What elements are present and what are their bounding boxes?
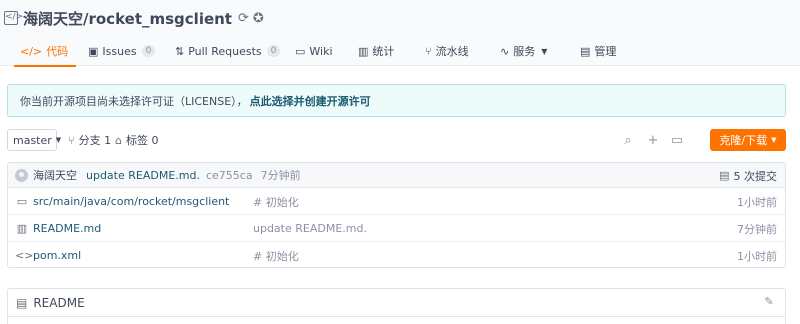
tab-label: Wiki	[309, 44, 333, 58]
readme-icon: ▤	[16, 295, 28, 310]
badge-icon[interactable]: ✪	[253, 11, 264, 26]
folder-icon: ▭	[16, 195, 28, 208]
issues-icon: ▣	[88, 44, 99, 58]
repo-toolbar: master ▼ ⑂ 分支 1 ⌂ 标签 0 ⌕ + ▭ 克隆/下载 ▼	[7, 129, 786, 151]
file-commit-message[interactable]: # 初始化	[253, 242, 299, 267]
commit-message[interactable]: update README.md.	[86, 169, 200, 182]
list-item[interactable]: <> pom.xml # 初始化 1小时前	[8, 242, 785, 267]
repo-tabs: </> 代码 ▣ Issues 0 ⇅ Pull Requests 0 ▭ Wi…	[0, 36, 800, 67]
repo-header: </> 海阔天空/rocket_msgclient ⟳ ✪ </> 代码 ▣ I…	[0, 0, 800, 67]
latest-commit-row: 海阔天空 update README.md. ce755ca 7分钟前 ▤ 5 …	[8, 163, 785, 188]
commit-author[interactable]: 海阔天空	[33, 167, 77, 183]
tab-issues[interactable]: ▣ Issues 0	[88, 36, 156, 66]
monitor-icon[interactable]: ▭	[669, 129, 685, 151]
tab-stats[interactable]: ▥ 统计	[358, 36, 394, 66]
edit-icon[interactable]: ✎	[763, 296, 775, 308]
file-name[interactable]: ▥ README.md	[15, 215, 101, 242]
search-icon[interactable]: ⌕	[620, 129, 636, 151]
readme-header: ▤ README	[8, 289, 785, 317]
list-item[interactable]: ▥ README.md update README.md. 7分钟前	[8, 215, 785, 242]
file-time: 7分钟前	[737, 222, 777, 236]
tab-manage[interactable]: ▤ 管理	[580, 36, 616, 66]
avatar[interactable]	[15, 168, 28, 182]
wiki-icon: ▭	[295, 44, 306, 58]
service-icon: ∿	[500, 44, 510, 58]
issues-count-badge: 0	[141, 45, 156, 57]
readme-title: README	[33, 295, 85, 310]
file-name[interactable]: <> pom.xml	[15, 242, 82, 267]
tab-pull-requests[interactable]: ⇅ Pull Requests 0	[175, 36, 281, 66]
chevron-down-icon: ▼	[55, 136, 62, 144]
clone-download-button[interactable]: 克隆/下载 ▼	[710, 129, 786, 151]
repo-title[interactable]: 海阔天空/rocket_msgclient	[23, 8, 232, 29]
repo-icon: </>	[4, 11, 23, 25]
file-time: 1小时前	[737, 249, 777, 263]
branch-name: master	[13, 133, 52, 147]
tab-label: 流水线	[435, 45, 469, 58]
sync-icon[interactable]: ⟳	[238, 11, 249, 26]
tab-label: 代码	[46, 45, 69, 58]
list-item[interactable]: ▭ src/main/java/com/rocket/msgclient # 初…	[8, 188, 785, 215]
tab-label: 管理	[594, 45, 617, 58]
code-file-icon: <>	[15, 249, 34, 262]
file-commit-message[interactable]: update README.md.	[253, 215, 367, 242]
file-list: 海阔天空 update README.md. ce755ca 7分钟前 ▤ 5 …	[7, 162, 786, 268]
commit-count-label: 5 次提交	[733, 169, 778, 183]
file-name-label: README.md	[33, 222, 102, 235]
tab-code[interactable]: </> 代码	[13, 36, 77, 67]
tab-label: 服务	[513, 45, 536, 58]
pipeline-icon: ⑂	[425, 44, 432, 58]
pull-requests-count-badge: 0	[266, 45, 281, 57]
commit-count-link[interactable]: ▤ 5 次提交	[719, 163, 777, 188]
license-notice-text: 你当前开源项目尚未选择许可证（LICENSE），	[20, 94, 248, 108]
tab-label: Issues	[102, 44, 137, 58]
repo-title-row: </> 海阔天空/rocket_msgclient ⟳ ✪	[4, 8, 264, 28]
pull-request-icon: ⇅	[175, 44, 185, 58]
stats-icon: ▥	[358, 44, 369, 58]
tab-wiki[interactable]: ▭ Wiki	[295, 36, 333, 66]
create-license-link[interactable]: 点此选择并创建开源许可	[250, 93, 371, 109]
license-notice: 你当前开源项目尚未选择许可证（LICENSE）， 点此选择并创建开源许可	[7, 84, 786, 117]
chevron-down-icon: ▼	[541, 46, 548, 56]
clone-label: 克隆/下载	[719, 134, 768, 147]
commit-sha[interactable]: ce755ca	[206, 169, 253, 182]
tags-link[interactable]: ⌂ 标签 0	[115, 129, 158, 151]
branch-icon: ⑂	[68, 133, 75, 147]
tags-label: 标签 0	[125, 134, 159, 147]
file-name-label: pom.xml	[33, 249, 82, 262]
tag-icon: ⌂	[115, 133, 122, 147]
file-name[interactable]: ▭ src/main/java/com/rocket/msgclient	[15, 188, 230, 215]
readme-panel: ▤ README ✎	[7, 288, 786, 324]
file-commit-message[interactable]: # 初始化	[253, 188, 299, 215]
branches-label: 分支 1	[78, 134, 112, 147]
tab-service[interactable]: ∿ 服务 ▼	[500, 36, 547, 66]
commit-time: 7分钟前	[260, 169, 301, 182]
file-name-label: src/main/java/com/rocket/msgclient	[33, 195, 230, 208]
commits-icon: ▤	[719, 169, 730, 182]
book-icon: ▥	[16, 222, 28, 235]
tab-pipeline[interactable]: ⑂ 流水线	[425, 36, 469, 66]
tab-label: Pull Requests	[188, 44, 262, 58]
branch-select[interactable]: master ▼	[7, 129, 61, 151]
chevron-down-icon: ▼	[771, 136, 777, 144]
file-time: 1小时前	[737, 195, 777, 209]
branches-link[interactable]: ⑂ 分支 1	[68, 129, 111, 151]
manage-icon: ▤	[580, 44, 591, 58]
plus-icon[interactable]: +	[645, 129, 661, 151]
tab-label: 统计	[372, 45, 395, 58]
code-icon: </>	[20, 44, 43, 58]
